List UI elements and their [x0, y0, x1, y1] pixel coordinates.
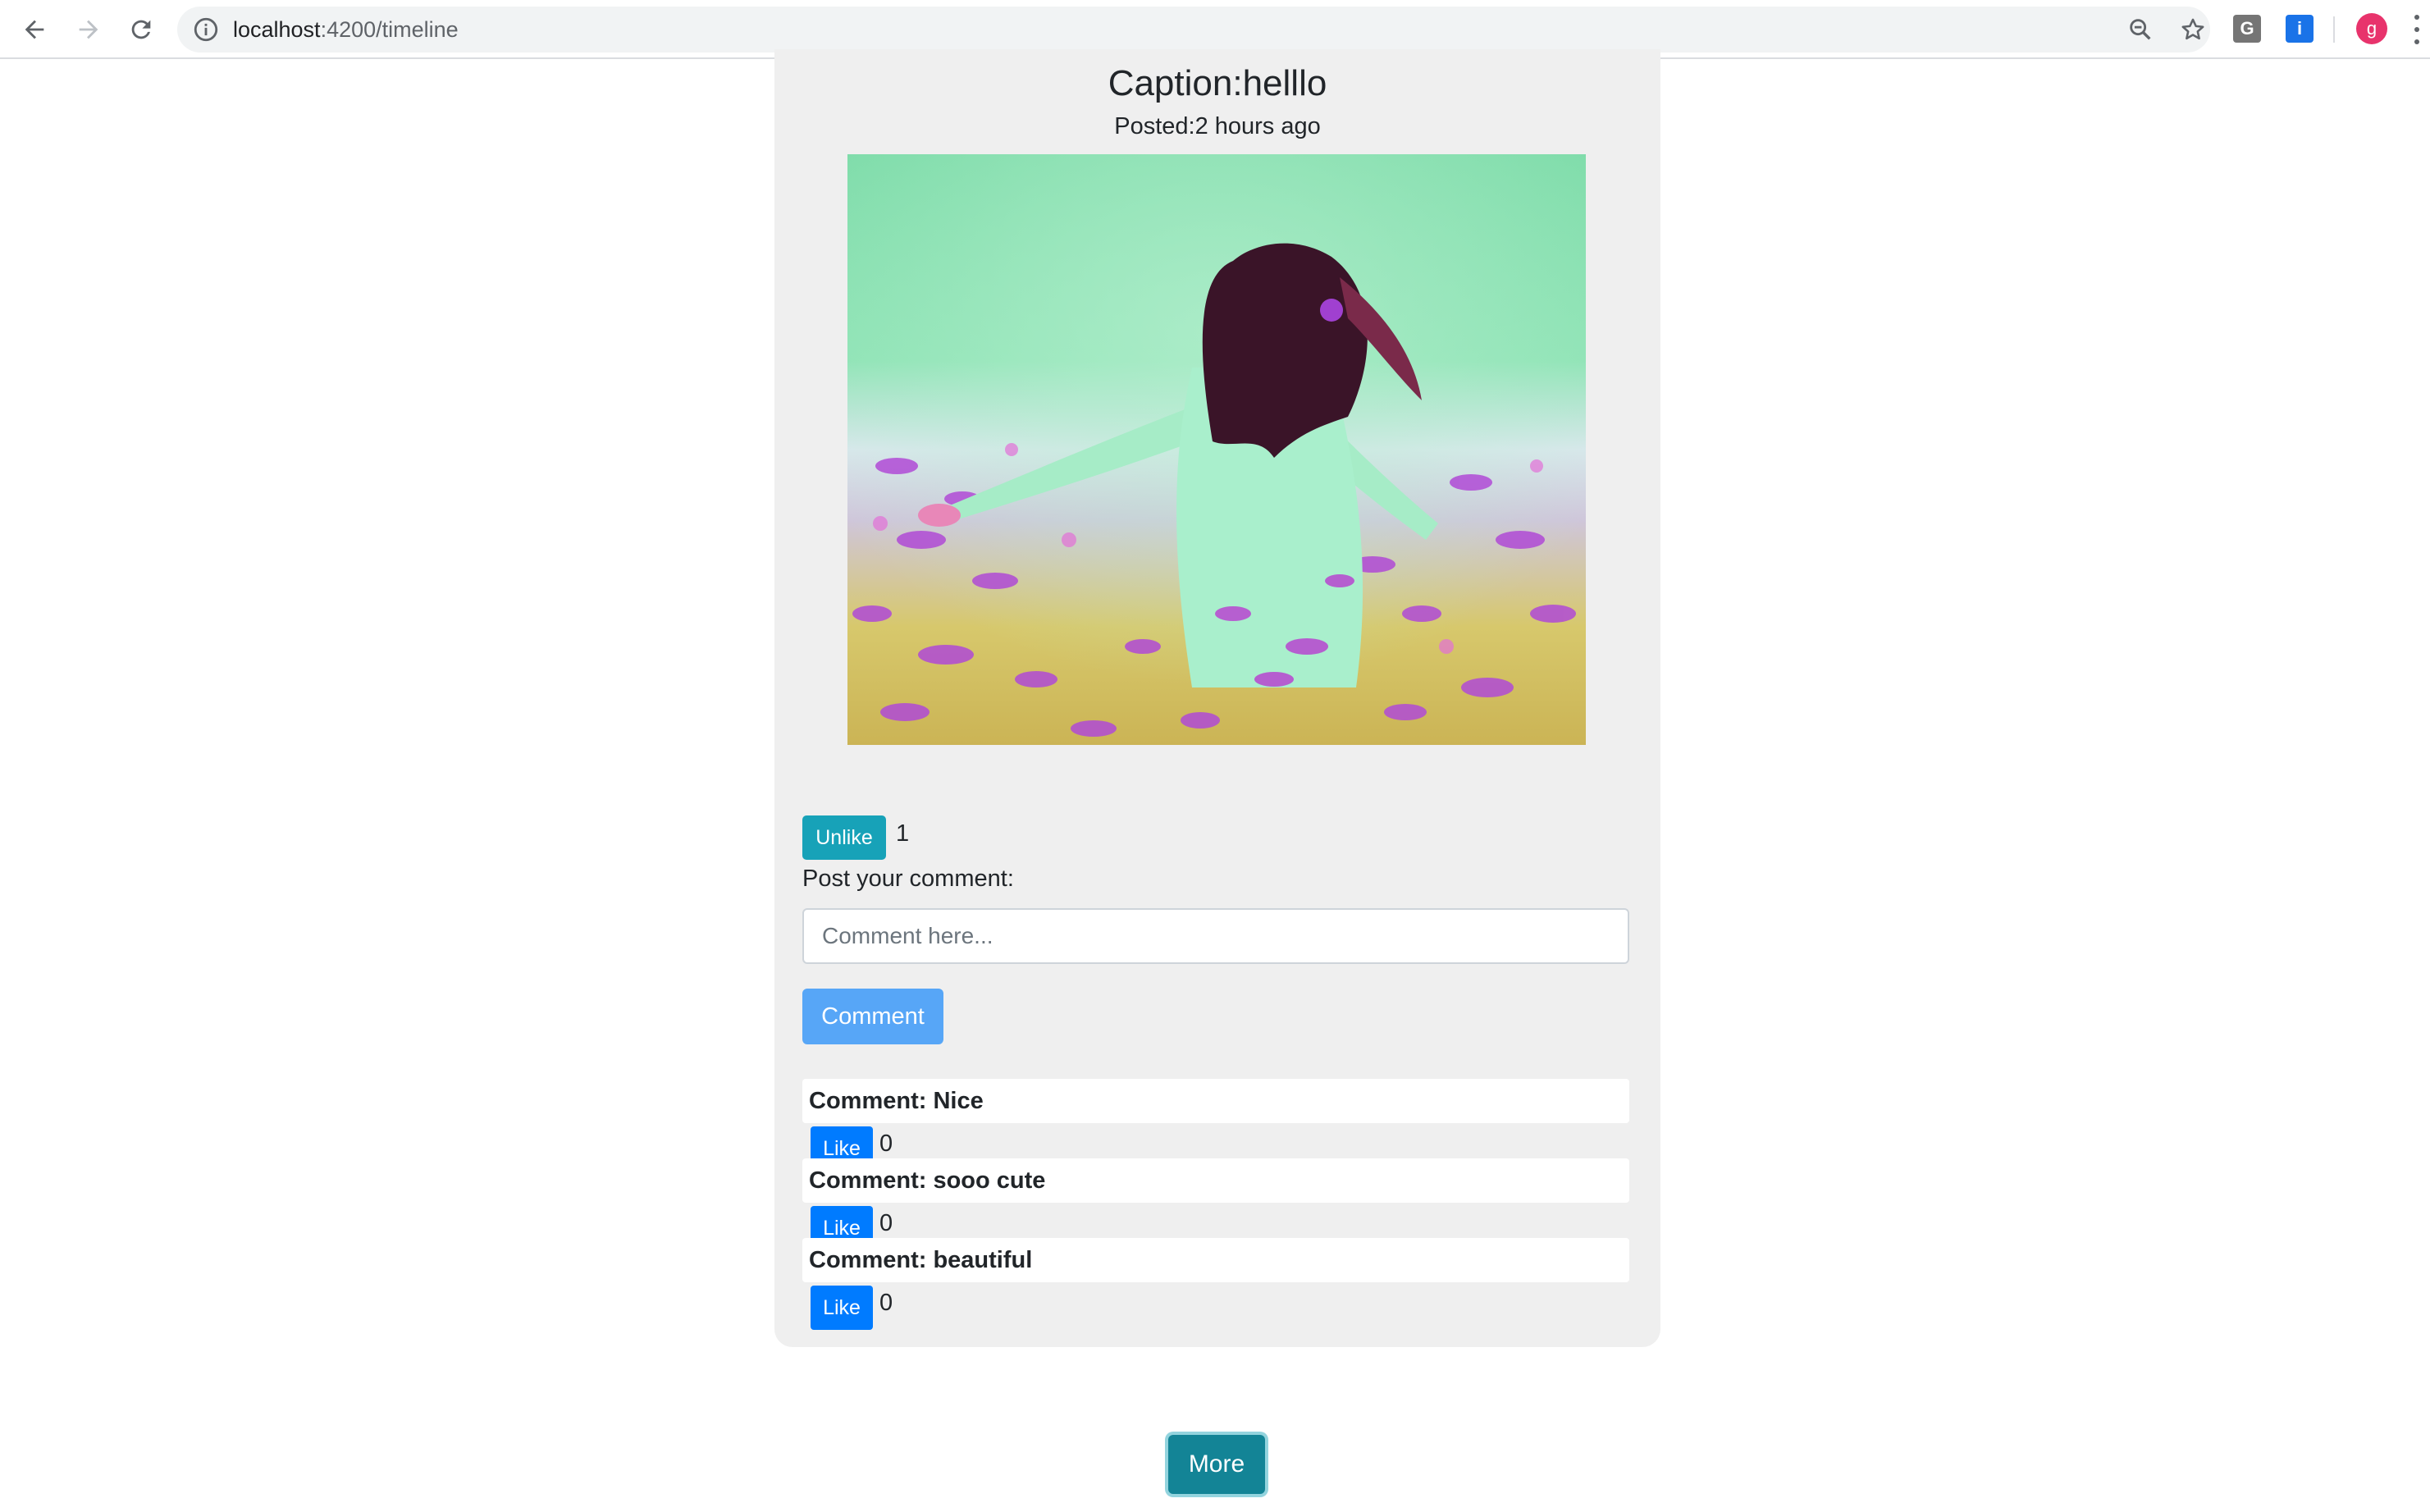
comment-item: Comment: Nice: [802, 1079, 1629, 1123]
info-icon[interactable]: [192, 16, 220, 43]
back-button[interactable]: [13, 8, 56, 51]
zoom-icon[interactable]: [2126, 16, 2154, 43]
post-timestamp: Posted:2 hours ago: [1114, 113, 1321, 139]
unlike-button[interactable]: Unlike: [802, 815, 886, 860]
comment-item: Comment: sooo cute: [802, 1158, 1629, 1203]
toolbar-divider: [2333, 16, 2335, 43]
comment-like-button[interactable]: Like: [811, 1286, 873, 1330]
comment-input[interactable]: [802, 908, 1629, 964]
comment-text: Comment: sooo cute: [809, 1167, 1046, 1194]
star-icon[interactable]: [2179, 16, 2207, 43]
comment-like-count: 0: [879, 1210, 893, 1236]
comment-text: Comment: beautiful: [809, 1247, 1033, 1273]
more-button[interactable]: More: [1168, 1435, 1265, 1494]
comment-prompt-label: Post your comment:: [802, 866, 1014, 892]
reload-icon: [131, 20, 151, 39]
post-like-count: 1: [896, 820, 910, 847]
post-caption: Caption:helllo: [1108, 63, 1327, 103]
forward-button[interactable]: [67, 8, 110, 51]
extension-g-icon[interactable]: G: [2233, 15, 2261, 43]
address-bar[interactable]: localhost:4200/timeline: [177, 7, 2210, 53]
comment-like-count: 0: [879, 1290, 893, 1316]
url-text[interactable]: localhost:4200/timeline: [233, 16, 459, 43]
arrow-left-icon: [25, 20, 44, 39]
comment-like-count: 0: [879, 1131, 893, 1157]
comment-text: Comment: Nice: [809, 1088, 984, 1114]
extension-info-icon[interactable]: i: [2286, 15, 2314, 43]
menu-icon[interactable]: [2412, 15, 2422, 44]
profile-avatar[interactable]: g: [2356, 13, 2387, 44]
url-path: :4200/timeline: [320, 17, 459, 42]
post-card: Caption:helllo Posted:2 hours ago Unlike…: [774, 49, 1660, 1347]
reload-button[interactable]: [120, 8, 162, 51]
url-host: localhost: [233, 17, 321, 42]
arrow-right-icon: [79, 20, 98, 39]
post-photo: [847, 154, 1586, 745]
comment-submit-button[interactable]: Comment: [802, 989, 943, 1044]
comment-item: Comment: beautiful: [802, 1238, 1629, 1282]
